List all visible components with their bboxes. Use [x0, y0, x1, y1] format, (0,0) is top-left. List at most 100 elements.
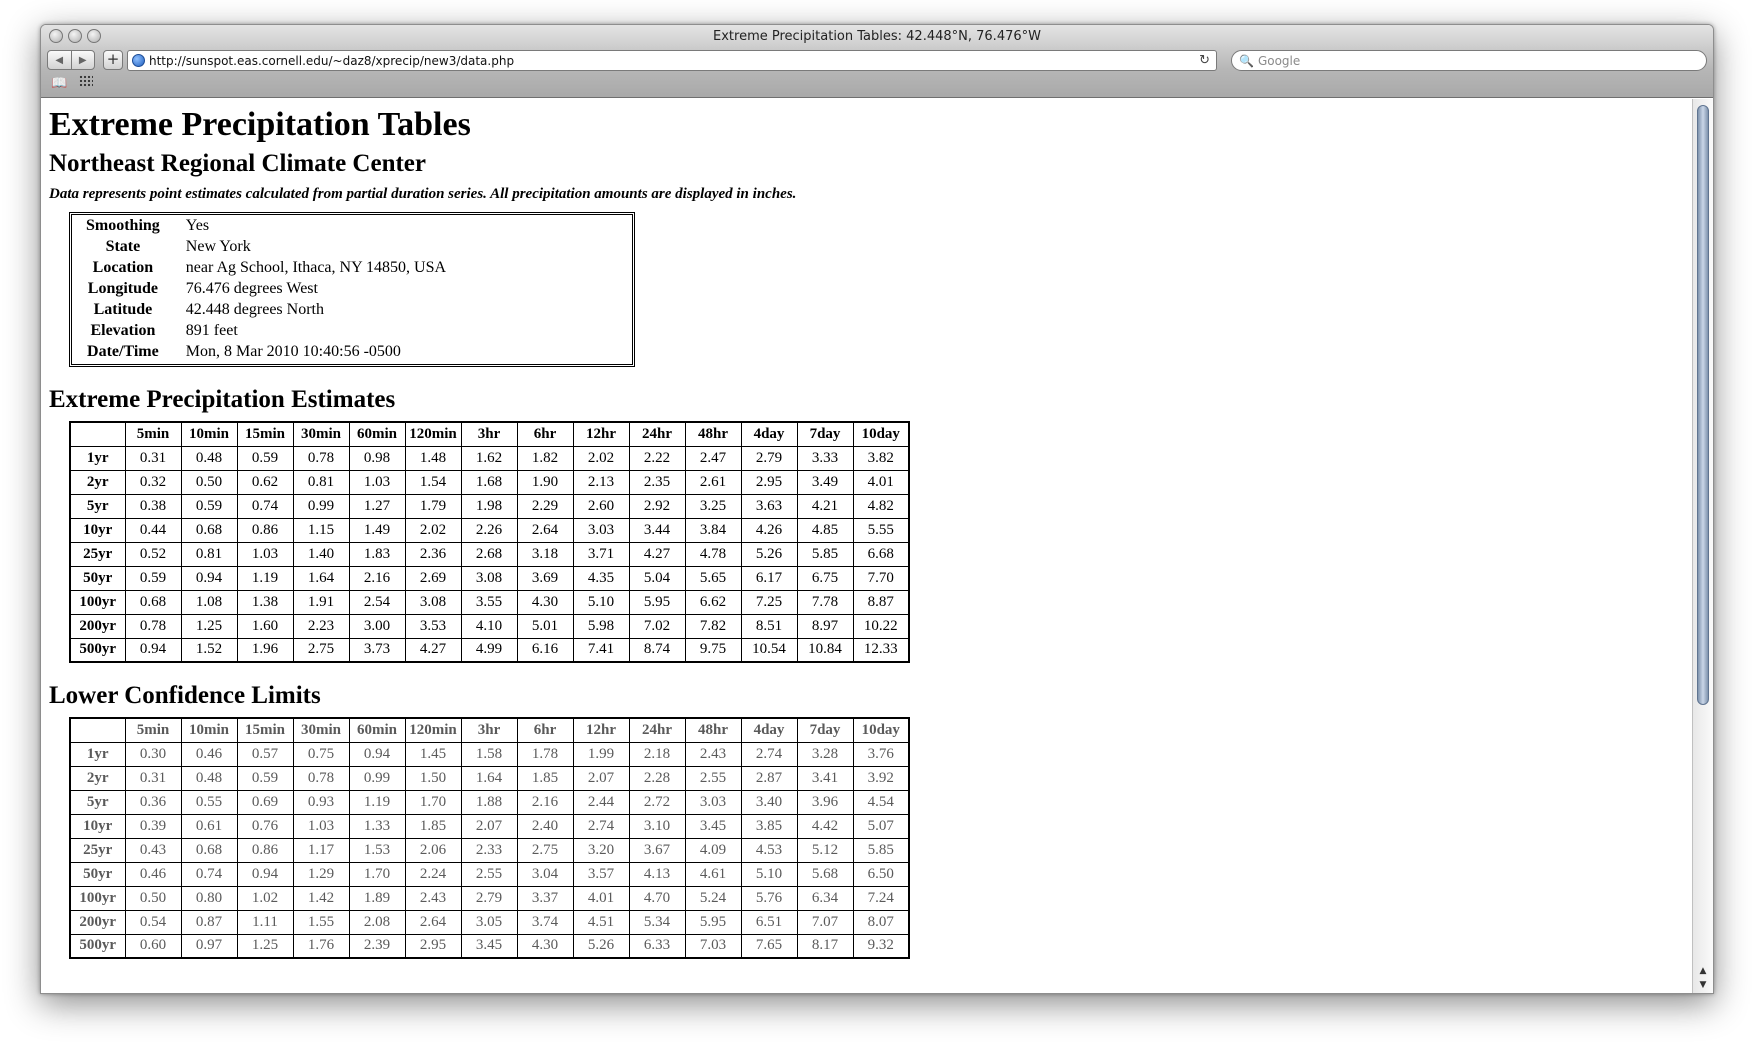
- forward-button[interactable]: ▶: [70, 51, 95, 69]
- vertical-scrollbar[interactable]: ▲ ▼: [1692, 99, 1713, 993]
- lower-cell: 2.95: [404, 933, 462, 959]
- estimates-cell: 0.59: [236, 445, 294, 471]
- estimates-row: 100yr 0.68 1.08 1.38 1.91 2.54 3.08 3.55 4.30 5.1…: [69, 589, 910, 615]
- lower-cell: 4.70: [628, 885, 686, 911]
- estimates-cell: 3.55: [460, 589, 518, 615]
- estimates-cell: 4.21: [796, 493, 854, 519]
- lower-cell: 1.70: [404, 789, 462, 815]
- lower-cell: 0.43: [124, 837, 182, 863]
- back-button[interactable]: ◀: [48, 51, 71, 69]
- back-arrow-icon: ◀: [55, 54, 64, 66]
- lower-cell: 2.39: [348, 933, 406, 959]
- estimates-column-header: 15min: [236, 421, 294, 447]
- lower-cell: 1.55: [292, 909, 350, 935]
- lower-cell: 7.03: [684, 933, 742, 959]
- estimates-cell: 4.27: [404, 637, 462, 663]
- lower-cell: 0.97: [180, 933, 238, 959]
- lower-row-label: 25yr: [69, 837, 126, 863]
- lower-cell: 2.06: [404, 837, 462, 863]
- estimates-cell: 0.81: [292, 469, 350, 495]
- lower-row-label: 100yr: [69, 885, 126, 911]
- lower-row: 200yr 0.54 0.87 1.11 1.55 2.08 2.64 3.05 3.74 4.5…: [69, 909, 910, 935]
- estimates-column-header: 48hr: [684, 421, 742, 447]
- search-icon[interactable]: 🔍: [1239, 54, 1254, 68]
- reload-icon[interactable]: ↻: [1199, 53, 1210, 68]
- estimates-cell: 2.02: [404, 517, 462, 543]
- estimates-cell: 10.22: [852, 613, 910, 639]
- info-row: Location near Ag School, Ithaca, NY 14850…: [78, 258, 626, 279]
- estimates-row: 50yr 0.59 0.94 1.19 1.64 2.16 2.69 3.08 3.69 4.35…: [69, 565, 910, 591]
- info-label: Date/Time: [87, 343, 159, 360]
- lower-row: 1yr 0.30 0.46 0.57 0.75 0.94 1.45 1.58 1.78 1.99 2…: [69, 741, 910, 767]
- estimates-cell: 1.49: [348, 517, 406, 543]
- lower-column-header: 48hr: [684, 717, 742, 743]
- add-bookmark-button[interactable]: +: [103, 50, 123, 70]
- scroll-up-arrow-icon[interactable]: ▲: [1693, 964, 1713, 978]
- lower-cell: 0.39: [124, 813, 182, 839]
- estimates-column-header: 5min: [124, 421, 182, 447]
- estimates-cell: 3.25: [684, 493, 742, 519]
- lower-cell: 1.45: [404, 741, 462, 767]
- lower-column-header: 4day: [740, 717, 798, 743]
- lower-cell: 2.28: [628, 765, 686, 791]
- info-row: Longitude 76.476 degrees West: [78, 279, 626, 300]
- estimates-cell: 0.52: [124, 541, 182, 567]
- estimates-cell: 4.10: [460, 613, 518, 639]
- lower-cell: 4.13: [628, 861, 686, 887]
- estimates-cell: 7.78: [796, 589, 854, 615]
- lower-header-row: 5min 10min 15min 30min 60min 120min 3hr 6hr 12hr…: [69, 717, 910, 743]
- lower-cell: 2.64: [404, 909, 462, 935]
- bookmarks-icon[interactable]: 📖: [51, 76, 67, 91]
- estimates-cell: 1.83: [348, 541, 406, 567]
- search-bar[interactable]: 🔍: [1231, 50, 1707, 71]
- lower-cell: 1.03: [292, 813, 350, 839]
- lower-cell: 3.74: [516, 909, 574, 935]
- lower-cell: 5.10: [740, 861, 798, 887]
- search-input[interactable]: [1257, 53, 1658, 68]
- lower-limits-table: 5min 10min 15min 30min 60min 120min 3hr 6hr 12hr…: [69, 717, 910, 959]
- estimates-cell: 0.48: [180, 445, 238, 471]
- estimates-cell: 4.35: [572, 565, 630, 591]
- lower-cell: 4.53: [740, 837, 798, 863]
- estimates-cell: 0.94: [124, 637, 182, 663]
- top-sites-grid-icon[interactable]: [79, 75, 93, 87]
- estimates-cell: 0.44: [124, 517, 182, 543]
- estimates-cell: 1.54: [404, 469, 462, 495]
- estimates-cell: 6.62: [684, 589, 742, 615]
- lower-cell: 1.29: [292, 861, 350, 887]
- scroll-thumb[interactable]: [1697, 105, 1709, 705]
- info-value: 76.476 degrees West: [185, 280, 318, 297]
- estimates-column-header: 4day: [740, 421, 798, 447]
- lower-cell: 2.72: [628, 789, 686, 815]
- estimates-cell: 1.08: [180, 589, 238, 615]
- lower-cell: 2.79: [460, 885, 518, 911]
- lower-cell: 0.59: [236, 765, 294, 791]
- lower-cell: 0.60: [124, 933, 182, 959]
- lower-cell: 5.26: [572, 933, 630, 959]
- estimates-cell: 0.62: [236, 469, 294, 495]
- estimates-cell: 7.25: [740, 589, 798, 615]
- estimates-cell: 1.40: [292, 541, 350, 567]
- estimates-cell: 7.82: [684, 613, 742, 639]
- lower-cell: 2.08: [348, 909, 406, 935]
- info-value: 891 feet: [185, 322, 238, 339]
- lower-cell: 2.74: [740, 741, 798, 767]
- lower-cell: 2.44: [572, 789, 630, 815]
- lower-cell: 0.46: [180, 741, 238, 767]
- estimates-row: 1yr 0.31 0.48 0.59 0.78 0.98 1.48 1.62 1.82 2.02 2…: [69, 445, 910, 471]
- lower-cell: 2.87: [740, 765, 798, 791]
- estimates-row: 25yr 0.52 0.81 1.03 1.40 1.83 2.36 2.68 3.18 3.71…: [69, 541, 910, 567]
- url-text[interactable]: http://sunspot.eas.cornell.edu/~daz8/xpr…: [149, 54, 1199, 68]
- lower-cell: 4.42: [796, 813, 854, 839]
- lower-cell: 1.33: [348, 813, 406, 839]
- lower-cell: 1.89: [348, 885, 406, 911]
- estimates-cell: 5.10: [572, 589, 630, 615]
- estimates-corner-cell: [69, 421, 126, 447]
- estimates-cell: 2.47: [684, 445, 742, 471]
- lower-cell: 3.92: [852, 765, 910, 791]
- scroll-down-arrow-icon[interactable]: ▼: [1693, 978, 1713, 992]
- info-value: Mon, 8 Mar 2010 10:40:56 -0500: [185, 343, 401, 360]
- address-bar[interactable]: http://sunspot.eas.cornell.edu/~daz8/xpr…: [127, 50, 1217, 71]
- browser-toolbar: Extreme Precipitation Tables: 42.448°N, …: [41, 25, 1713, 98]
- estimates-cell: 0.74: [236, 493, 294, 519]
